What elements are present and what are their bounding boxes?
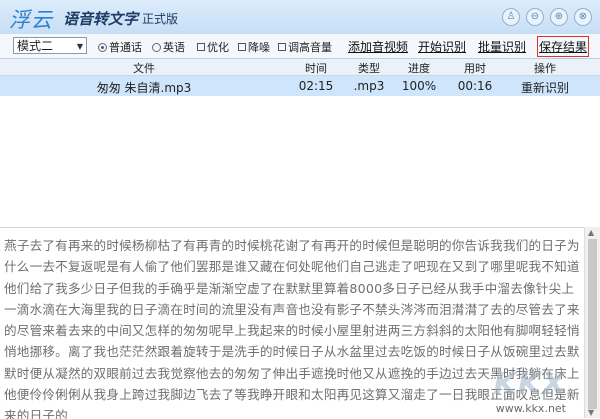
scroll-down-icon[interactable]: ▼	[588, 408, 594, 417]
batch-recognition-button[interactable]: 批量识别	[478, 38, 526, 55]
save-result-button[interactable]: 保存结果	[536, 36, 590, 57]
vertical-scrollbar[interactable]: ▲ ▼	[584, 227, 600, 418]
table-row[interactable]: 匆匆 朱自清.mp3 02:15 .mp3 100% 00:16 重新识别	[0, 76, 600, 96]
watermark-url: www.kkx.net	[495, 402, 566, 415]
restore-icon[interactable]: ⊕	[550, 8, 568, 26]
column-header-progress: 进度	[408, 62, 430, 75]
radio-mandarin[interactable]: 普通话	[98, 39, 142, 55]
column-header-file: 文件	[133, 62, 155, 75]
chevron-down-icon: ▼	[76, 42, 83, 51]
add-media-button[interactable]: 添加音视频	[348, 38, 408, 55]
scroll-up-icon[interactable]: ▲	[588, 228, 594, 237]
checkbox-denoise-label: 降噪	[248, 41, 270, 54]
toolbar: 模式二 ▼ 普通话 英语 优化 降噪 调高音量 添加音视频 开始识别 批量识别 …	[0, 34, 600, 59]
checkbox-optimize-label: 优化	[207, 41, 229, 54]
checkbox-optimize[interactable]: 优化	[197, 39, 229, 55]
radio-mandarin-label: 普通话	[109, 41, 142, 54]
mode-select-value: 模式二	[17, 39, 54, 53]
checkbox-icon	[278, 43, 286, 51]
close-icon[interactable]: ⊗	[574, 8, 592, 26]
column-header-action: 操作	[534, 62, 556, 75]
table-header: 文件 时间 类型 进度 用时 操作	[0, 59, 600, 76]
minimize-icon[interactable]: ⊖	[526, 8, 544, 26]
result-textarea[interactable]: 燕子去了有再来的时候杨柳枯了有再青的时候桃花谢了有再开的时候但是聪明的你告诉我我…	[0, 227, 584, 419]
re-recognize-button[interactable]: 重新识别	[506, 79, 584, 96]
app-logo: 浮云	[9, 8, 53, 32]
scrollbar-thumb[interactable]	[588, 239, 597, 409]
cell-file: 匆匆 朱自清.mp3	[96, 81, 192, 95]
cell-time: 02:15	[298, 79, 334, 93]
watermark: KKX www.kkx.net	[493, 367, 566, 415]
cell-type: .mp3	[353, 79, 385, 93]
watermark-logo: KKX	[493, 367, 566, 402]
column-header-elapsed: 用时	[464, 62, 486, 75]
start-recognition-button[interactable]: 开始识别	[418, 38, 466, 55]
radio-icon	[152, 42, 161, 52]
edition-label: 正式版	[142, 12, 179, 26]
column-header-type: 类型	[358, 62, 380, 75]
window-controls: ♙ ⊖ ⊕ ⊗	[502, 8, 592, 26]
checkbox-icon	[238, 43, 246, 51]
checkbox-denoise[interactable]: 降噪	[238, 39, 270, 55]
checkbox-icon	[197, 43, 205, 51]
app-title: 语音转文字	[63, 10, 139, 28]
column-header-time: 时间	[305, 62, 327, 75]
cell-elapsed: 00:16	[457, 79, 493, 93]
radio-english[interactable]: 英语	[152, 39, 185, 55]
file-list-area	[0, 96, 600, 226]
checkbox-volume-label: 调高音量	[288, 41, 332, 54]
mode-select[interactable]: 模式二 ▼	[13, 37, 87, 54]
checkbox-volume[interactable]: 调高音量	[278, 39, 332, 55]
user-icon[interactable]: ♙	[502, 8, 520, 26]
radio-english-label: 英语	[163, 41, 185, 54]
cell-progress: 100%	[401, 79, 437, 93]
title-bar: 浮云 语音转文字 正式版 ♙ ⊖ ⊕ ⊗	[0, 0, 600, 35]
radio-selected-icon	[98, 42, 107, 52]
